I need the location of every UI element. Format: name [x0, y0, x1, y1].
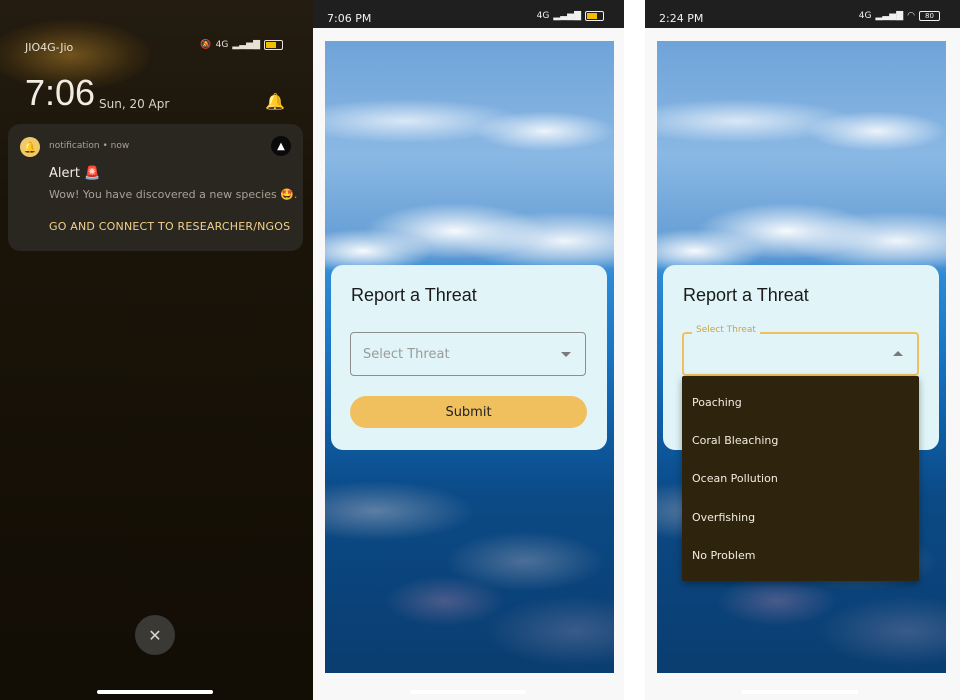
option-poaching[interactable]: Poaching — [692, 396, 742, 409]
signal-icon: ▂▃▅▇ — [875, 11, 904, 21]
carrier-label: JIO4G-Jio — [25, 41, 74, 54]
notification-title: Alert 🚨 — [49, 166, 101, 181]
submit-button[interactable]: Submit — [350, 396, 587, 428]
option-overfishing[interactable]: Overfishing — [692, 511, 755, 524]
network-label: 4G — [858, 11, 872, 21]
report-card: Report a Threat Select Threat Submit — [331, 265, 607, 450]
notification-app-name: notification • now — [49, 141, 130, 151]
status-icons: 4G ▂▃▅▇ — [537, 11, 604, 21]
signal-icon: ▂▃▅▇ — [232, 40, 260, 50]
status-time: 2:24 PM — [659, 12, 704, 25]
dropdown-arrow-icon — [893, 351, 903, 356]
option-ocean-pollution[interactable]: Ocean Pollution — [692, 472, 778, 485]
ocean-background-image: Report a Threat Select Threat Submit — [325, 41, 614, 673]
lockscreen-panel: JIO4G-Jio 🔕 4G ▂▃▅▇ 7:06 Sun, 20 Apr 🔔 🔔… — [0, 0, 313, 700]
option-coral-bleaching[interactable]: Coral Bleaching — [692, 434, 778, 447]
report-screen-dropdown-panel: 2:24 PM 4G ▂▃▅▇ ◠ 80 Report a Threat Sel… — [645, 0, 960, 700]
mute-icon: 🔕 — [200, 40, 212, 50]
app-screen: Report a Threat Select Threat Submit — [313, 28, 624, 700]
status-time: 7:06 PM — [327, 12, 372, 25]
notification-action-button[interactable]: GO AND CONNECT TO RESEARCHER/NGOS — [49, 220, 290, 233]
card-title: Report a Threat — [351, 285, 477, 305]
home-indicator[interactable] — [97, 690, 213, 694]
option-no-problem[interactable]: No Problem — [692, 549, 755, 562]
collapse-chevron-icon[interactable]: ▲ — [271, 136, 291, 156]
network-label: 4G — [215, 40, 229, 50]
bell-icon: 🔔 — [20, 137, 40, 157]
status-icons: 🔕 4G ▂▃▅▇ — [200, 40, 283, 50]
status-icons: 4G ▂▃▅▇ ◠ 80 — [859, 11, 940, 21]
threat-select[interactable]: Select Threat — [350, 332, 586, 376]
notification-card[interactable]: 🔔 notification • now ▲ Alert 🚨 Wow! You … — [8, 124, 303, 251]
threat-options-menu: Poaching Coral Bleaching Ocean Pollution… — [682, 376, 919, 581]
home-indicator[interactable] — [742, 690, 858, 694]
clear-notifications-button[interactable]: ✕ — [135, 615, 175, 655]
battery-icon — [264, 40, 283, 50]
wifi-icon: ◠ — [907, 11, 915, 21]
report-screen-panel: 7:06 PM 4G ▂▃▅▇ Report a Threat Select T… — [313, 0, 624, 700]
battery-icon — [585, 11, 604, 21]
notification-body: Wow! You have discovered a new species 🤩… — [49, 188, 298, 201]
dropdown-arrow-icon — [561, 352, 571, 357]
app-screen: Report a Threat Select Threat — [645, 28, 960, 700]
select-floating-label: Select Threat — [692, 325, 760, 335]
signal-icon: ▂▃▅▇ — [553, 11, 581, 21]
battery-icon: 80 — [919, 11, 940, 21]
card-title: Report a Threat — [683, 285, 809, 305]
lock-clock: 7:06 — [25, 72, 96, 113]
home-indicator[interactable] — [410, 690, 526, 694]
select-placeholder: Select Threat — [363, 347, 450, 362]
notification-settings-icon[interactable]: 🔔 — [265, 92, 285, 111]
lock-date: Sun, 20 Apr — [99, 97, 170, 111]
threat-select[interactable]: Select Threat — [682, 325, 919, 376]
network-label: 4G — [536, 11, 550, 21]
